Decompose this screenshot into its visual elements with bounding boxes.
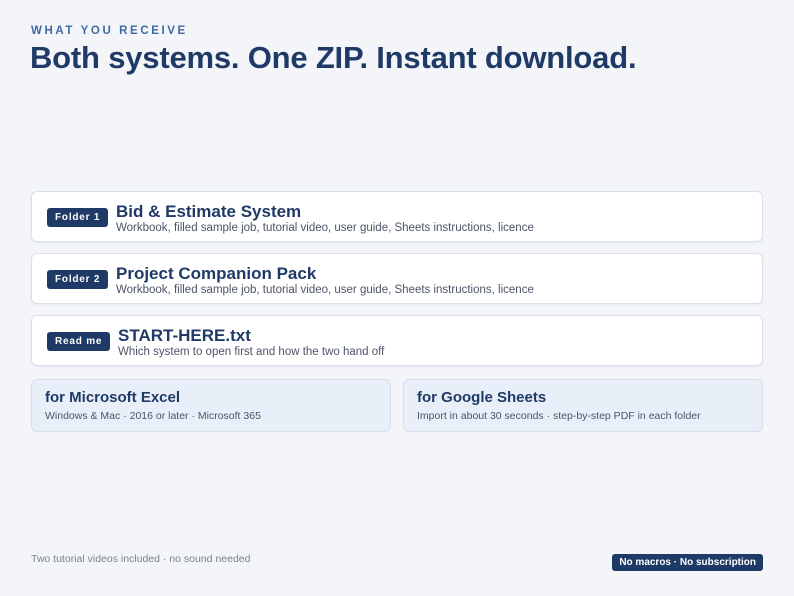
readme-badge: Read me <box>47 332 111 351</box>
folder-1-badge: Folder 1 <box>47 208 109 227</box>
status-badge: No macros · No subscription <box>612 554 763 571</box>
folder-2-description: Workbook, filled sample job, tutorial vi… <box>116 284 534 296</box>
sheets-system-panel: for Google Sheets Import in about 30 sec… <box>403 379 763 432</box>
excel-system-panel: for Microsoft Excel Windows & Mac · 2016… <box>31 379 391 432</box>
excel-system-description: Windows & Mac · 2016 or later · Microsof… <box>45 410 261 422</box>
folder-2-card: Folder 2 Project Companion Pack Workbook… <box>31 253 763 304</box>
sheets-system-description: Import in about 30 seconds · step-by-ste… <box>417 410 701 422</box>
folder-1-description: Workbook, filled sample job, tutorial vi… <box>116 222 534 234</box>
folder-2-badge: Folder 2 <box>47 270 109 289</box>
folder-2-title: Project Companion Pack <box>116 264 317 283</box>
footer-note: Two tutorial videos included · no sound … <box>31 553 251 565</box>
readme-description: Which system to open first and how the t… <box>118 346 385 358</box>
readme-card: Read me START-HERE.txt Which system to o… <box>31 315 763 366</box>
page-title: Both systems. One ZIP. Instant download. <box>30 40 637 75</box>
folder-1-title: Bid & Estimate System <box>116 202 302 221</box>
excel-system-title: for Microsoft Excel <box>45 389 181 406</box>
readme-title: START-HERE.txt <box>118 326 251 345</box>
eyebrow-label: WHAT YOU RECEIVE <box>31 25 188 37</box>
folder-1-card: Folder 1 Bid & Estimate System Workbook,… <box>31 191 763 242</box>
sheets-system-title: for Google Sheets <box>417 389 547 406</box>
page: WHAT YOU RECEIVE Both systems. One ZIP. … <box>0 0 794 596</box>
